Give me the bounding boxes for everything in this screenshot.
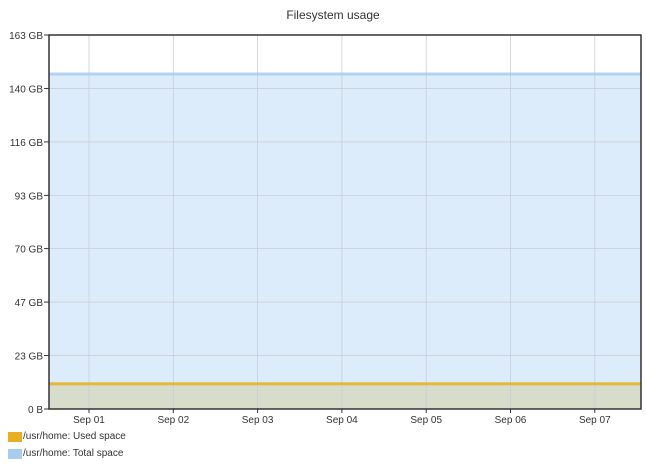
legend-item-used-space[interactable]: /usr/home: Used space — [8, 428, 126, 445]
filesystem-usage-chart: Filesystem usage 0 B 23 GB 47 GB 70 GB 93 GB… — [9, 8, 642, 426]
x-tick-label: Sep 04 — [326, 415, 358, 426]
x-tick-label: Sep 07 — [579, 415, 611, 426]
area-total-space — [49, 74, 641, 409]
used-space-swatch — [8, 431, 22, 442]
legend-label-used-space: /usr/home: Used space — [23, 431, 126, 442]
y-tick-label: 93 GB — [15, 191, 44, 202]
y-tick-label: 47 GB — [15, 298, 44, 309]
x-tick-label: Sep 05 — [410, 415, 442, 426]
y-tick-label: 23 GB — [15, 352, 44, 363]
y-tick-label: 140 GB — [9, 84, 43, 95]
y-tick-label: 116 GB — [10, 138, 43, 149]
chart-container: Filesystem usage 0 B 23 GB 47 GB 70 GB 93 GB… — [0, 0, 646, 462]
total-space-swatch — [8, 448, 22, 459]
y-tick-label: 0 B — [28, 405, 43, 416]
area-used-space — [49, 383, 641, 409]
x-tick-label: Sep 06 — [495, 415, 527, 426]
legend-item-total-space[interactable]: /usr/home: Total space — [8, 445, 126, 462]
legend-label-total-space: /usr/home: Total space — [23, 448, 124, 459]
chart-legend: /usr/home: Used space /usr/home: Total s… — [8, 428, 126, 462]
x-tick-label: Sep 02 — [157, 415, 189, 426]
x-tick-label: Sep 01 — [73, 415, 105, 426]
chart-title: Filesystem usage — [286, 8, 380, 22]
x-tick-label: Sep 03 — [242, 415, 274, 426]
y-tick-label: 163 GB — [9, 31, 43, 42]
y-tick-label: 70 GB — [15, 245, 44, 256]
